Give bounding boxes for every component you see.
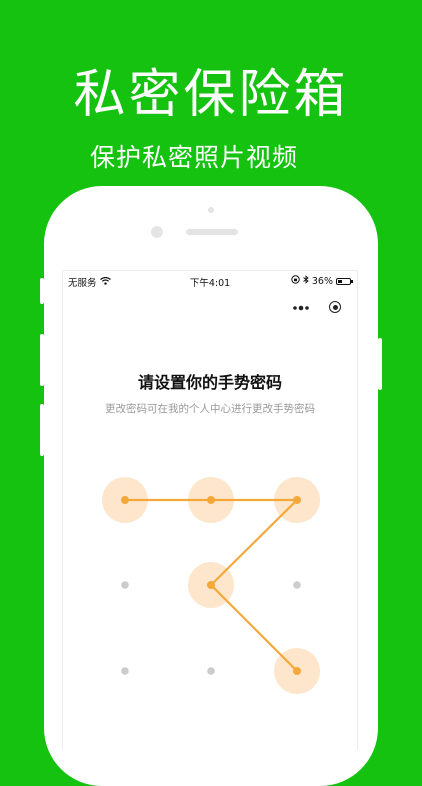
gesture-dot-5[interactable] [207,581,215,589]
gesture-dot-1[interactable] [121,496,129,504]
gesture-dot-4[interactable] [121,581,129,589]
gesture-dot-9[interactable] [293,667,301,675]
earpiece-speaker [186,229,238,235]
promo-title: 私密保险箱 [73,65,349,125]
phone-side-button-left-2 [40,334,44,386]
gesture-dot-3[interactable] [293,496,301,504]
phone-side-button-left-1 [40,278,44,304]
phone-side-button-right [378,338,382,390]
gesture-dot-7[interactable] [121,667,129,675]
gesture-pad[interactable] [63,271,359,751]
gesture-dot-6[interactable] [293,581,301,589]
promo-subtitle: 保护私密照片视频 [90,143,299,172]
gesture-dot-2[interactable] [207,496,215,504]
front-camera [151,226,163,238]
gesture-dot-8[interactable] [207,667,215,675]
phone-side-button-left-3 [40,404,44,456]
proximity-sensor [208,207,214,213]
phone-screen: 无服务 下午4:01 36% 请设置你的手势密码 更改密码可在我的个人中心进行更… [62,270,358,750]
